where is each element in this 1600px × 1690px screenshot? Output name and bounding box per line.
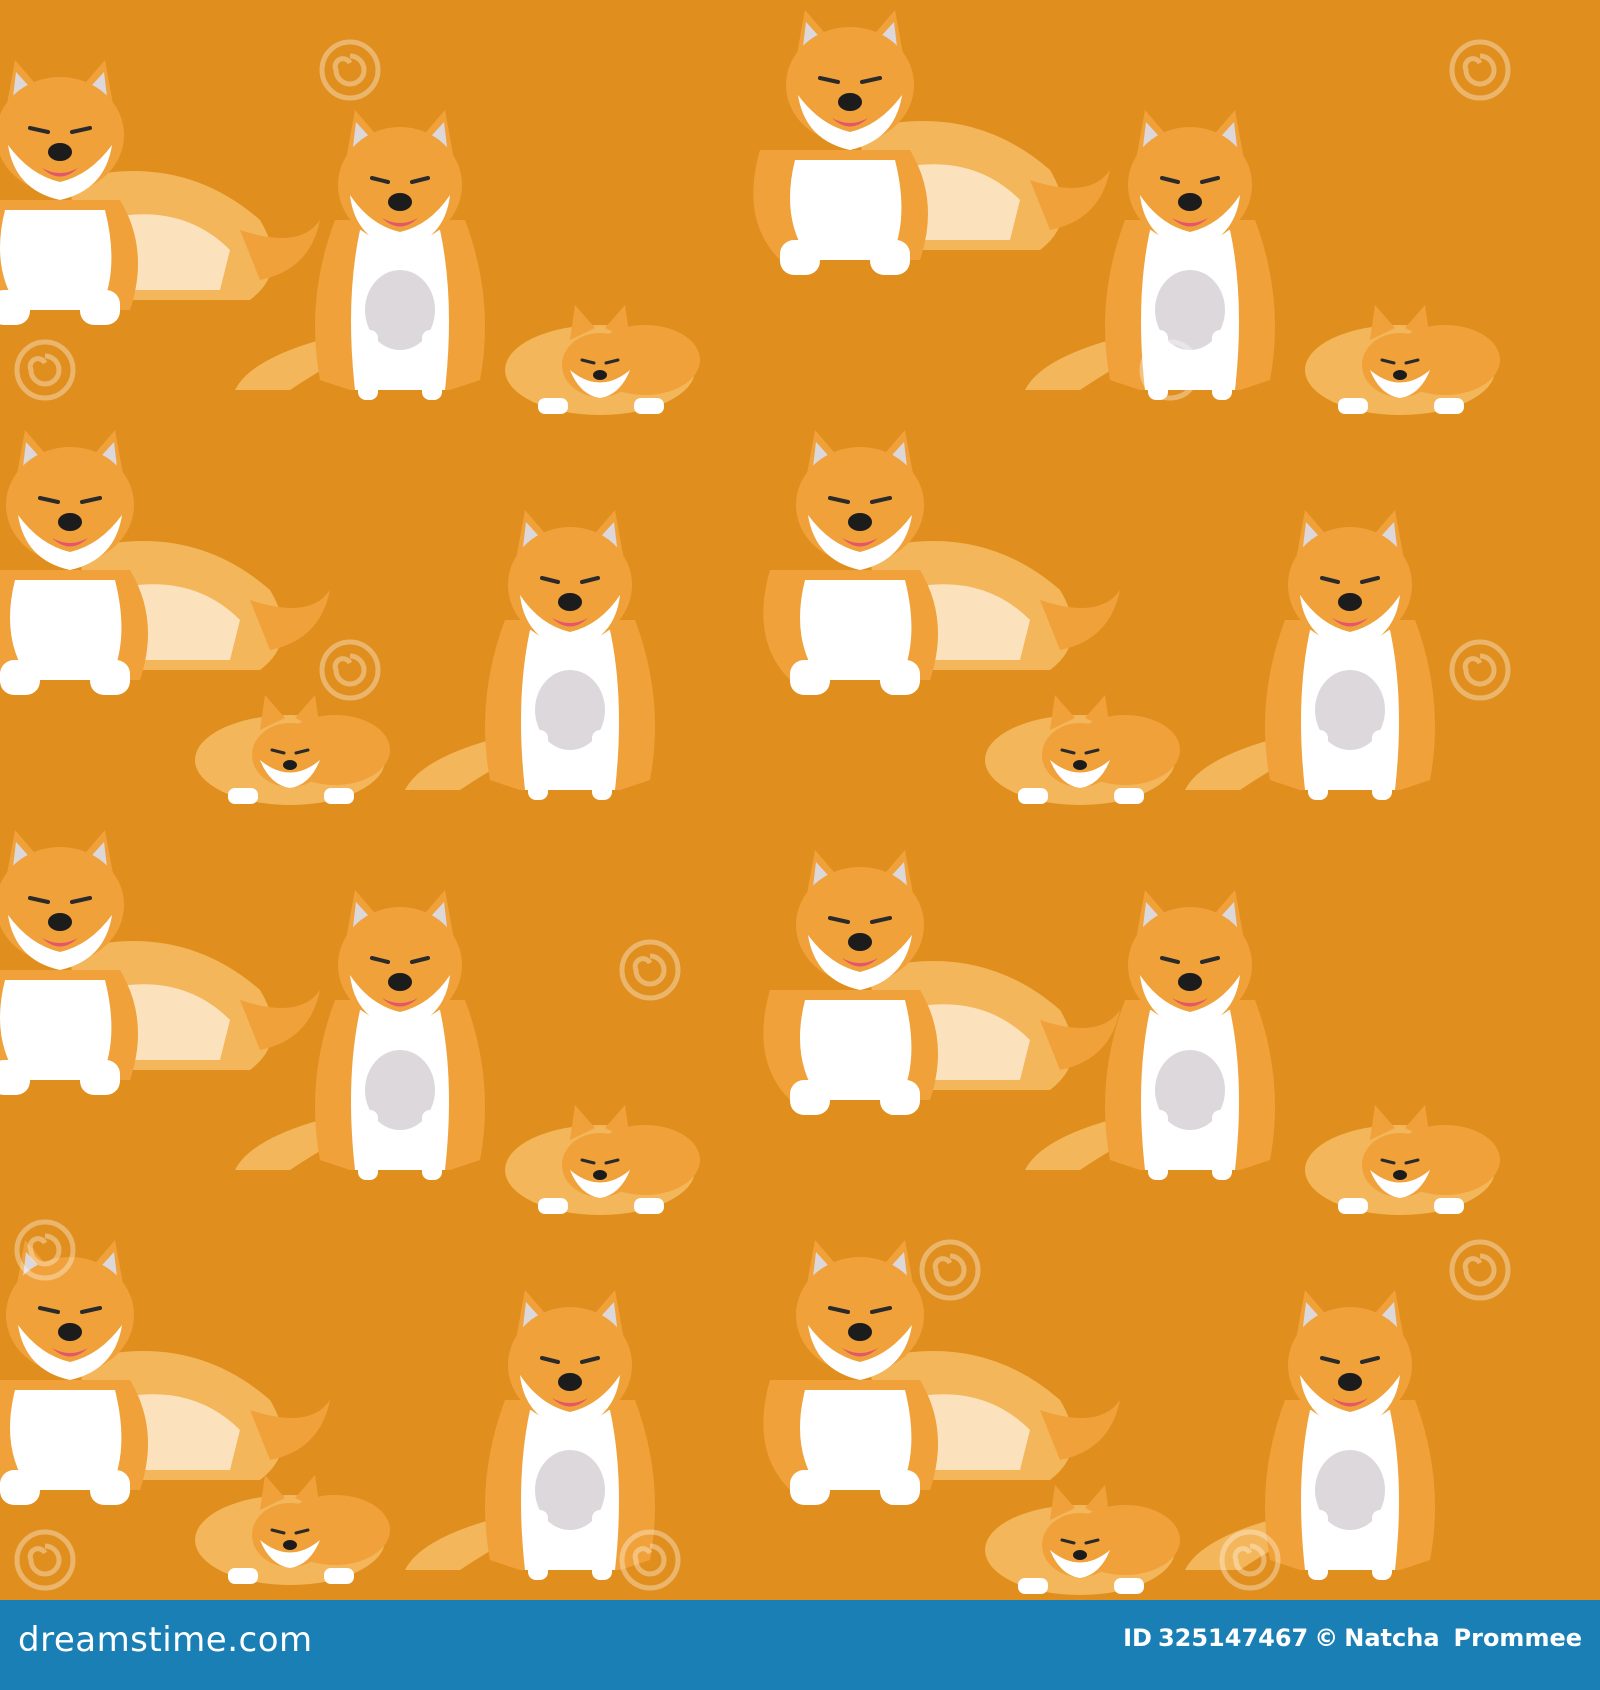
image-id-credit: ID 325147467 © Natcha Prommee <box>1117 1624 1582 1652</box>
author-first-name: Natcha <box>1344 1624 1440 1652</box>
copyright-symbol: © <box>1314 1624 1339 1652</box>
id-number: 325147467 <box>1157 1624 1309 1652</box>
site-name[interactable]: dreamstime.com <box>18 1620 313 1660</box>
credit-footer: dreamstime.com ID 325147467 © Natcha Prommee <box>0 1600 1600 1690</box>
author-last-name: Prommee <box>1453 1624 1582 1652</box>
dog-pattern-artwork <box>0 0 1600 1600</box>
id-label: ID <box>1123 1624 1152 1652</box>
